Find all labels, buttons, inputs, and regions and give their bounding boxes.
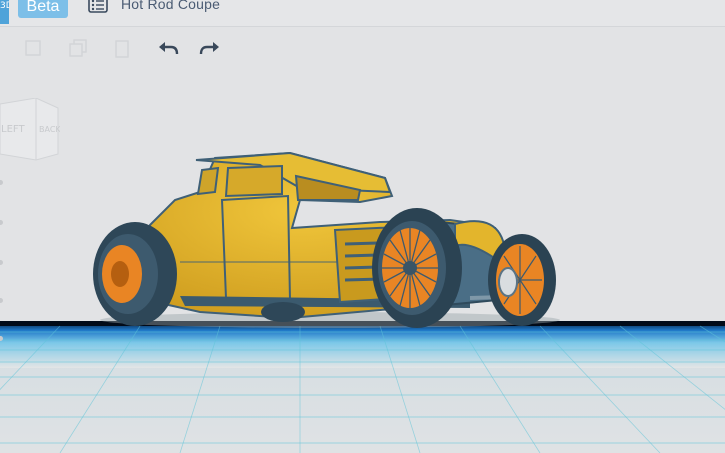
view-cube[interactable]: LEFT BACK bbox=[0, 97, 61, 162]
redo-icon bbox=[199, 42, 219, 55]
undo-button[interactable] bbox=[157, 37, 179, 59]
document-title[interactable]: Hot Rod Coupe bbox=[121, 0, 220, 12]
zoom-out-control[interactable] bbox=[0, 298, 3, 303]
front-right-wheel bbox=[488, 234, 556, 326]
rear-wheel bbox=[93, 222, 177, 326]
viewcube-left-face[interactable]: LEFT bbox=[1, 124, 25, 135]
3d-viewport[interactable] bbox=[0, 0, 725, 453]
viewcube-back-face[interactable]: BACK bbox=[39, 125, 61, 134]
list-icon[interactable] bbox=[88, 0, 108, 13]
undo-icon bbox=[159, 42, 179, 55]
app-logo[interactable]: 3D bbox=[0, 0, 9, 24]
delete-button[interactable] bbox=[111, 37, 133, 59]
delete-icon bbox=[115, 40, 129, 58]
duplicate-button[interactable] bbox=[67, 37, 89, 59]
workplane-grid bbox=[0, 321, 725, 453]
zoom-in-control[interactable] bbox=[0, 260, 3, 265]
top-header: 3D Beta Hot Rod Coupe bbox=[0, 0, 725, 27]
front-wheel bbox=[372, 208, 462, 328]
copy-button[interactable] bbox=[22, 37, 44, 59]
copy-icon bbox=[25, 40, 41, 56]
edit-toolbar bbox=[0, 30, 725, 66]
hot-rod-model[interactable] bbox=[93, 151, 560, 328]
redo-button[interactable] bbox=[199, 37, 221, 59]
view-controls bbox=[0, 180, 4, 341]
duplicate-icon bbox=[69, 39, 87, 57]
beta-badge: Beta bbox=[18, 0, 68, 18]
home-view-control[interactable] bbox=[0, 180, 3, 185]
fit-view-control[interactable] bbox=[0, 220, 3, 225]
